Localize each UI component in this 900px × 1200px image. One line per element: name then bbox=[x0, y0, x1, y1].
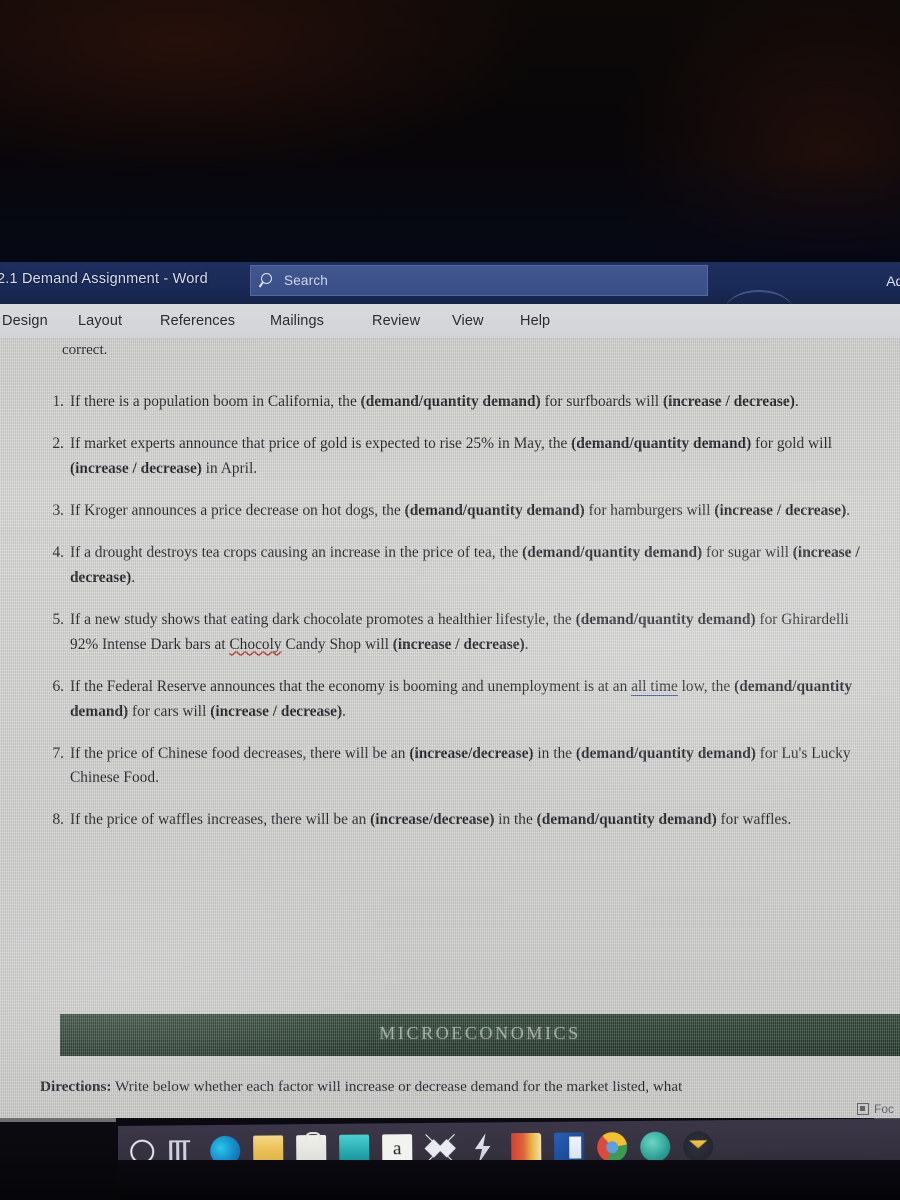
misspelled-word: Chocoly bbox=[229, 635, 282, 653]
focus-mode-label: Foc bbox=[873, 1102, 894, 1116]
document-title: 2.1 Demand Assignment - Word bbox=[0, 271, 208, 287]
question-item: 4. If a drought destroys tea crops causin… bbox=[40, 541, 880, 591]
focus-mode-icon bbox=[856, 1103, 869, 1115]
directions-label: Directions: bbox=[40, 1078, 112, 1095]
question-text: If market experts announce that price of… bbox=[70, 435, 832, 477]
plain-text-run: for hamburgers will bbox=[584, 501, 715, 519]
bold-choice-phrase: (increase / decrease) bbox=[70, 459, 202, 477]
plain-text-run: If a new study shows that eating dark ch… bbox=[70, 610, 576, 628]
question-number: 7. bbox=[52, 744, 64, 762]
question-text: If the price of Chinese food decreases, … bbox=[70, 745, 851, 787]
search-icon bbox=[260, 273, 275, 288]
directions-paragraph: Directions: Write below whether each fac… bbox=[40, 1076, 890, 1099]
plain-text-run: in April. bbox=[201, 459, 258, 477]
bold-choice-phrase: (demand/quantity demand) bbox=[571, 434, 752, 452]
question-text: If the Federal Reserve announces that th… bbox=[70, 677, 852, 720]
bold-choice-phrase: (increase / decrease) bbox=[662, 393, 795, 410]
question-item: 6. If the Federal Reserve announces that … bbox=[40, 675, 880, 725]
bold-choice-phrase: (increase/decrease) bbox=[370, 811, 495, 829]
focus-mode-button[interactable]: Foc bbox=[856, 1102, 894, 1116]
plain-text-run: If a drought destroys tea crops causing … bbox=[70, 543, 523, 561]
question-item: 7. If the price of Chinese food decreases… bbox=[40, 742, 880, 792]
ribbon-tab-strip: Design Layout References Mailings Review View… bbox=[0, 304, 900, 338]
bold-choice-phrase: (increase/decrease) bbox=[409, 744, 534, 762]
question-number: 5. bbox=[52, 610, 64, 628]
dark-room-background bbox=[0, 0, 900, 262]
plain-text-run: for gold will bbox=[751, 434, 832, 452]
bold-choice-phrase: (demand/quantity demand) bbox=[404, 501, 585, 519]
question-list: 1. If there is a population boom in Calif… bbox=[40, 390, 880, 850]
plain-text-run: . bbox=[524, 635, 529, 653]
question-text: If a drought destroys tea crops causing … bbox=[70, 544, 860, 586]
mint-app-icon[interactable] bbox=[640, 1131, 671, 1162]
ribbon-tab-references[interactable]: References bbox=[158, 313, 237, 329]
word-icon[interactable] bbox=[554, 1132, 585, 1163]
question-number: 6. bbox=[52, 677, 64, 695]
directions-text: Write below whether each factor will inc… bbox=[111, 1078, 683, 1095]
plain-text-run: If the price of Chinese food decreases, … bbox=[70, 744, 410, 762]
plain-text-run: If market experts announce that price of… bbox=[70, 434, 572, 452]
plain-text-run: If Kroger announces a price decrease on … bbox=[70, 501, 405, 519]
plain-text-run: If the Federal Reserve announces that th… bbox=[70, 677, 632, 695]
question-number: 2. bbox=[52, 434, 64, 452]
grammar-flagged-phrase: all time bbox=[631, 677, 678, 697]
question-item: 5. If a new study shows that eating dark … bbox=[40, 608, 880, 658]
plain-text-run: for cars will bbox=[128, 702, 211, 720]
question-item: 3. If Kroger announces a price decrease o… bbox=[40, 499, 880, 524]
question-text: If Kroger announces a price decrease on … bbox=[70, 502, 850, 519]
question-number: 8. bbox=[52, 811, 64, 829]
account-name[interactable]: Adr bbox=[886, 273, 900, 289]
bold-choice-phrase: (demand/quantity demand) bbox=[536, 811, 717, 829]
plain-text-run: in the bbox=[533, 744, 576, 762]
question-text: If there is a population boom in Califor… bbox=[70, 393, 799, 410]
bold-choice-phrase: (increase / decrease) bbox=[714, 501, 847, 519]
plain-text-run: . bbox=[794, 393, 799, 410]
search-placeholder: Search bbox=[284, 273, 328, 288]
plain-text-run: . bbox=[131, 568, 136, 586]
ribbon-tab-mailings[interactable]: Mailings bbox=[268, 313, 326, 329]
section-banner: MICROECONOMICS bbox=[60, 1014, 900, 1056]
below-monitor-dark bbox=[0, 1160, 900, 1200]
ribbon-tab-review[interactable]: Review bbox=[370, 313, 422, 329]
screen-photo: 2.1 Demand Assignment - Word Search Adr … bbox=[0, 0, 900, 1200]
plain-text-run: If there is a population boom in Califor… bbox=[70, 393, 361, 410]
bold-choice-phrase: (increase / decrease) bbox=[210, 702, 343, 720]
plain-text-run: for surfboards will bbox=[540, 393, 663, 410]
chrome-browser-icon[interactable] bbox=[597, 1132, 628, 1163]
question-number: 1. bbox=[52, 393, 64, 410]
plain-text-run: . bbox=[342, 702, 346, 720]
below-monitor-dark-left bbox=[0, 1122, 118, 1200]
word-title-bar: 2.1 Demand Assignment - Word Search Adr bbox=[0, 262, 900, 304]
ribbon-tab-view[interactable]: View bbox=[450, 313, 486, 329]
question-number: 3. bbox=[52, 501, 64, 519]
bold-choice-phrase: (demand/quantity demand) bbox=[575, 744, 756, 762]
bold-choice-phrase: (demand/quantity demand) bbox=[360, 393, 541, 410]
question-number: 4. bbox=[52, 543, 64, 561]
plain-text-run: in the bbox=[494, 811, 537, 829]
ribbon-tab-help[interactable]: Help bbox=[518, 313, 552, 329]
bold-choice-phrase: (demand/quantity demand) bbox=[522, 543, 703, 561]
plain-text-run: low, the bbox=[677, 677, 735, 695]
question-item: 2. If market experts announce that price … bbox=[40, 432, 880, 482]
plain-text-run: for sugar will bbox=[702, 543, 793, 561]
title-bar-glare bbox=[724, 290, 794, 304]
question-item: 8. If the price of waffles increases, the… bbox=[40, 808, 880, 833]
ribbon-tab-design[interactable]: Design bbox=[0, 313, 50, 329]
question-text: If the price of waffles increases, there… bbox=[70, 811, 791, 828]
ribbon-tab-layout[interactable]: Layout bbox=[76, 313, 124, 329]
bold-choice-phrase: (demand/quantity demand) bbox=[575, 610, 756, 628]
book-app-icon[interactable] bbox=[511, 1132, 542, 1164]
bold-choice-phrase: (increase / decrease) bbox=[392, 635, 525, 653]
plain-text-run: If the price of waffles increases, there… bbox=[70, 811, 371, 829]
mail-app-icon[interactable] bbox=[683, 1131, 714, 1162]
plain-text-run: for waffles. bbox=[716, 811, 792, 829]
plain-text-run: . bbox=[846, 501, 851, 519]
question-text: If a new study shows that eating dark ch… bbox=[70, 611, 849, 653]
question-item: 1. If there is a population boom in Calif… bbox=[40, 390, 880, 415]
plain-text-run: Candy Shop will bbox=[281, 635, 393, 653]
intro-text-fragment: correct. bbox=[62, 342, 108, 358]
banner-heading: MICROECONOMICS bbox=[379, 1023, 581, 1043]
document-page[interactable]: correct. 1. If there is a population boom… bbox=[0, 338, 900, 1118]
search-input[interactable]: Search bbox=[250, 265, 708, 296]
